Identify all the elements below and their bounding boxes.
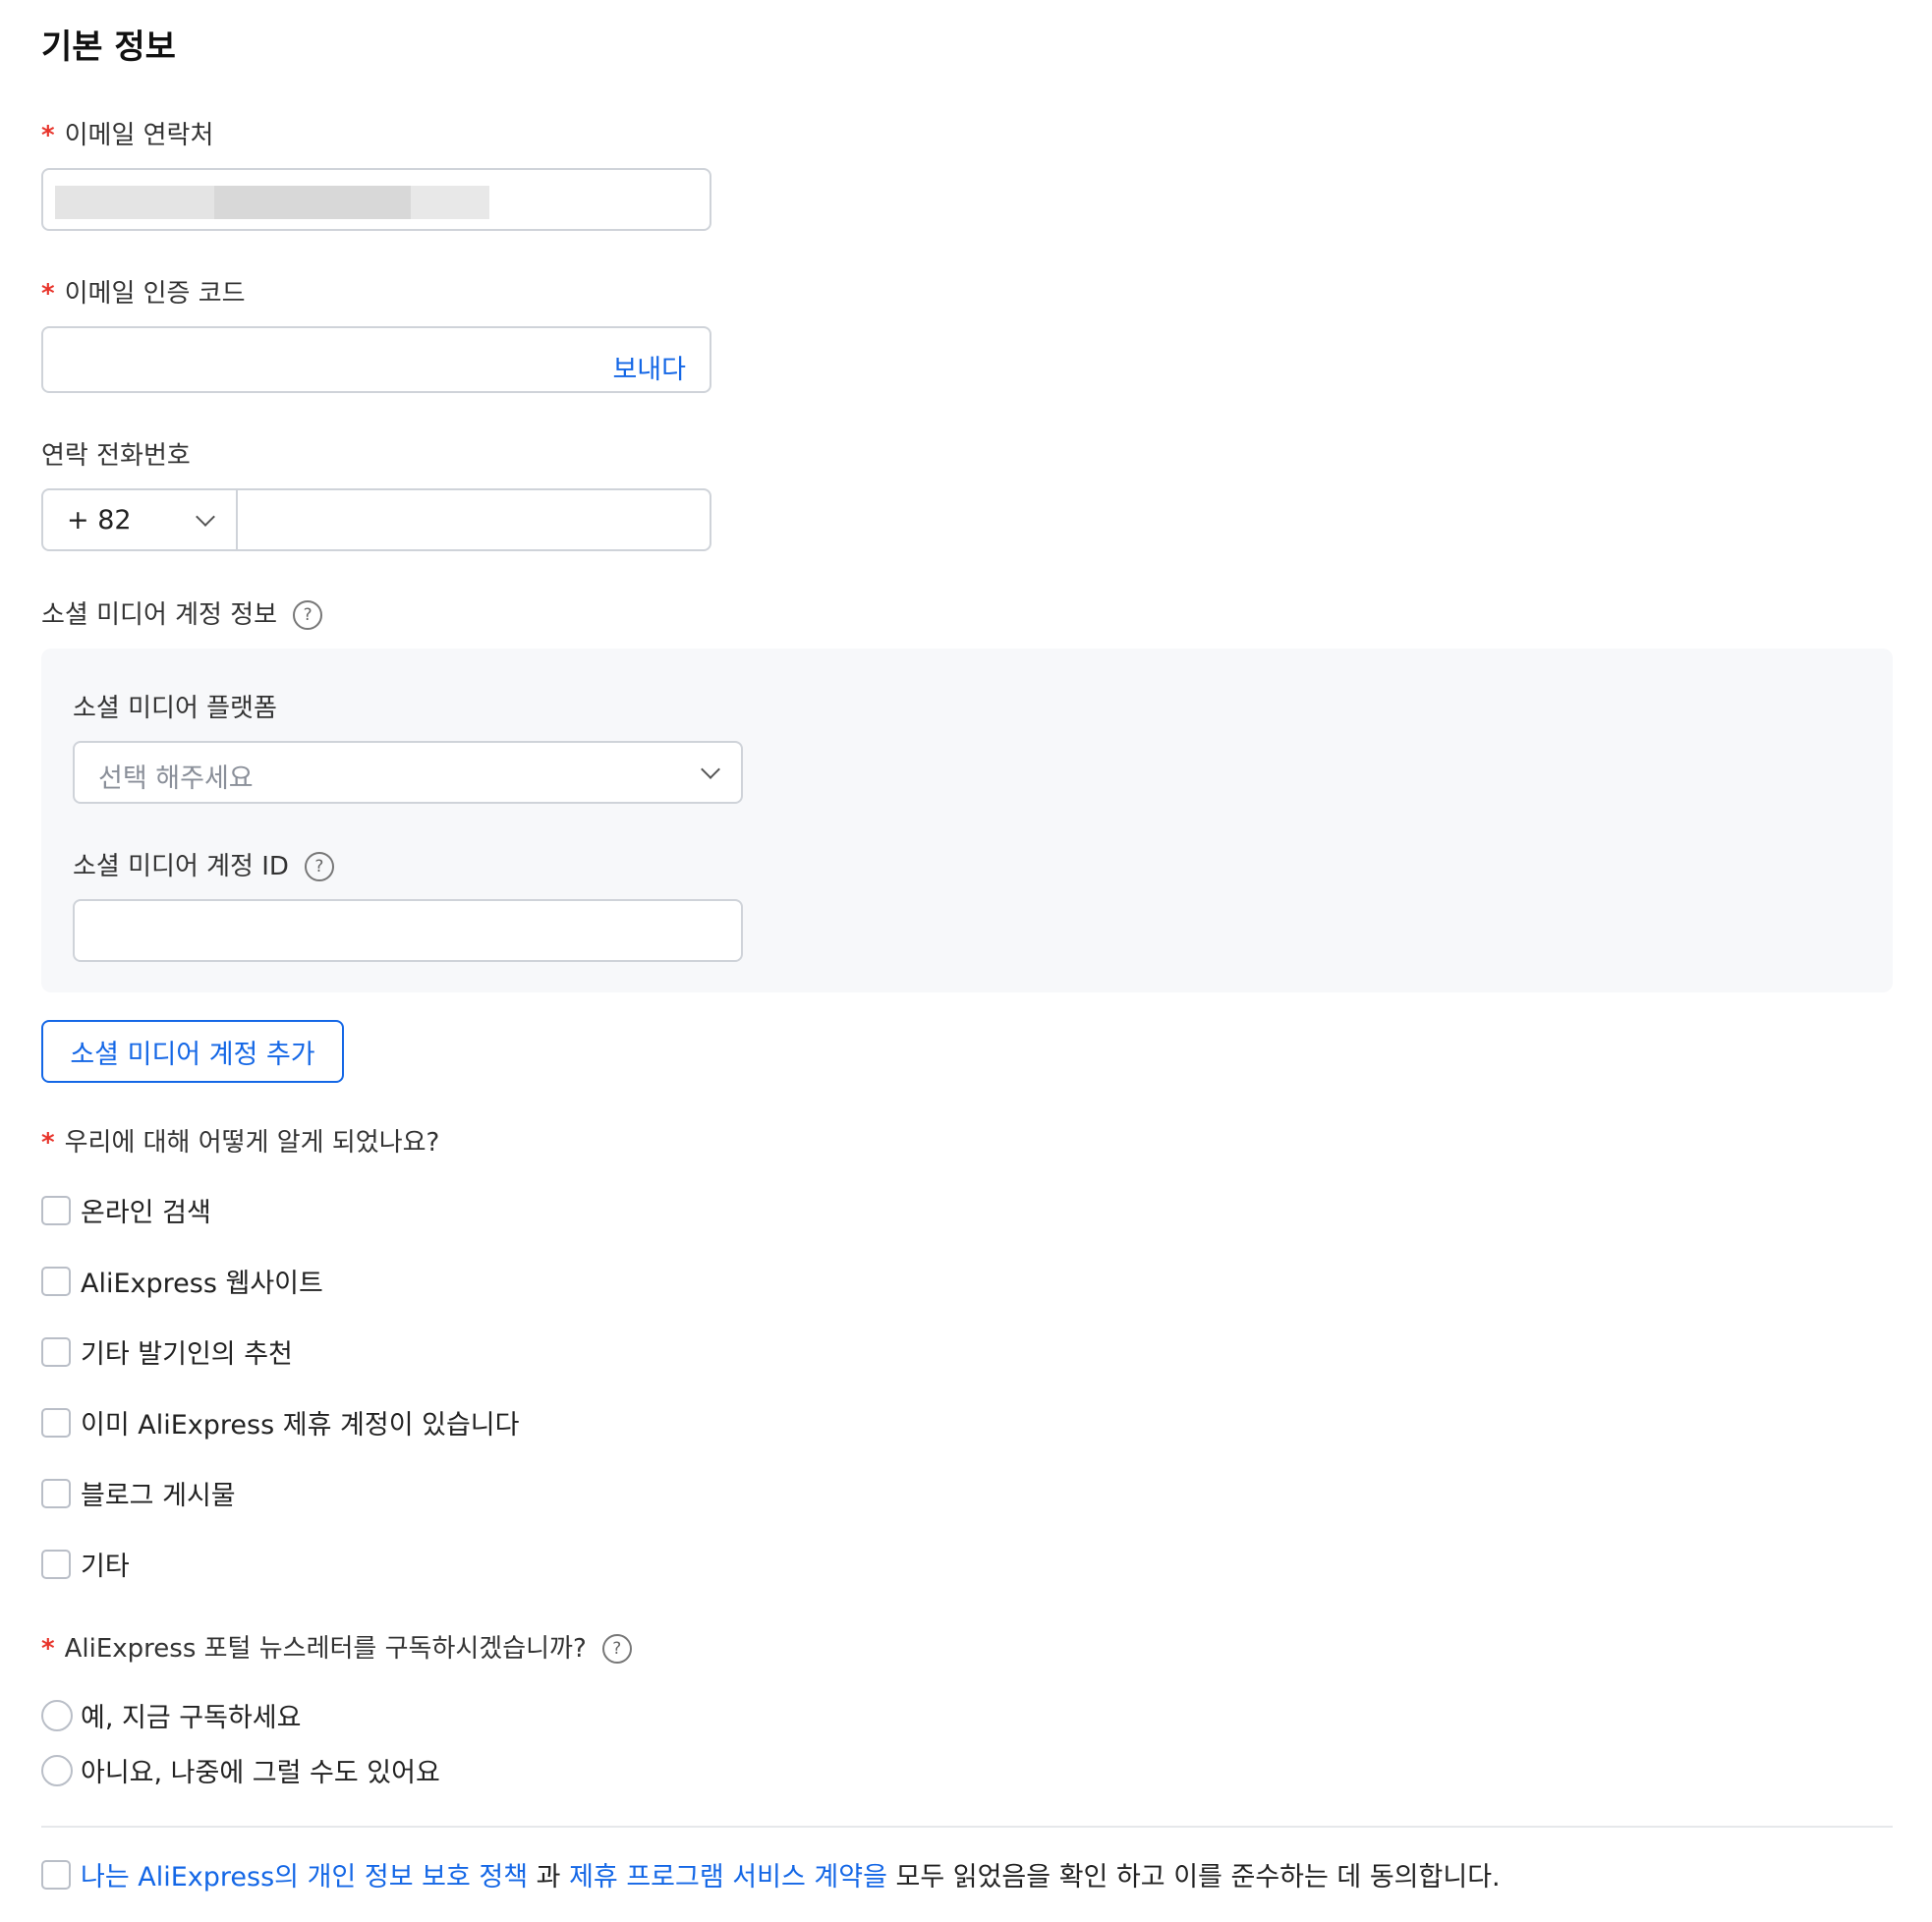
source-question-label: * 우리에 대해 어떻게 알게 되었나요?	[41, 1125, 439, 1160]
source-option-label: AliExpress 웹사이트	[81, 1269, 323, 1299]
required-mark: *	[41, 121, 55, 150]
email-label-text: 이메일 연락처	[64, 121, 214, 150]
agreement-text: 나는 AliExpress의 개인 정보 보호 정책 과 제휴 프로그램 서비스…	[81, 1855, 1501, 1894]
social-section-label: 소셜 미디어 계정 정보 ?	[41, 597, 323, 633]
email-label: * 이메일 연락처	[41, 118, 213, 153]
divider	[41, 1826, 1893, 1828]
email-code-field[interactable]: 보내다	[41, 326, 711, 393]
required-mark: *	[41, 1634, 55, 1664]
required-mark: *	[41, 279, 55, 309]
phone-number-input[interactable]	[238, 490, 710, 549]
email-field[interactable]	[41, 168, 711, 231]
source-option-label: 기타	[81, 1552, 130, 1582]
source-option[interactable]: 기타 발기인의 추천	[41, 1332, 293, 1371]
help-icon[interactable]: ?	[601, 1634, 632, 1664]
social-account-id-label-text: 소셜 미디어 계정 ID	[73, 852, 289, 881]
social-section-label-text: 소셜 미디어 계정 정보	[41, 600, 278, 630]
redacted-value	[411, 186, 489, 219]
source-option-label: 기타 발기인의 추천	[81, 1339, 293, 1370]
social-account-id-field[interactable]	[73, 899, 743, 962]
radio-button[interactable]	[41, 1754, 73, 1786]
newsletter-question-text: AliExpress 포털 뉴스레터를 구독하시겠습니까?	[64, 1634, 587, 1664]
chevron-down-icon	[701, 760, 720, 779]
agreement-checkbox[interactable]	[41, 1859, 71, 1890]
source-option[interactable]: 기타	[41, 1545, 130, 1583]
required-mark: *	[41, 1128, 55, 1158]
radio-button[interactable]	[41, 1699, 73, 1731]
phone-label: 연락 전화번호	[41, 438, 191, 474]
country-code-value: + 82	[67, 504, 132, 536]
newsletter-question-label: * AliExpress 포털 뉴스레터를 구독하시겠습니까? ?	[41, 1631, 632, 1667]
newsletter-option-label: 아니요, 나중에 그럴 수도 있어요	[81, 1758, 440, 1788]
source-option[interactable]: 온라인 검색	[41, 1191, 211, 1229]
section-title: 기본 정보	[41, 28, 176, 67]
phone-field-group: + 82	[41, 488, 711, 551]
checkbox[interactable]	[41, 1549, 71, 1579]
select-placeholder: 선택 해주세요	[98, 763, 254, 794]
country-code-select[interactable]: + 82	[43, 490, 238, 549]
help-icon[interactable]: ?	[293, 600, 323, 630]
newsletter-option-label: 예, 지금 구독하세요	[81, 1703, 302, 1733]
redacted-value	[55, 186, 214, 219]
redacted-value	[214, 186, 411, 219]
checkbox[interactable]	[41, 1478, 71, 1508]
checkbox[interactable]	[41, 1407, 71, 1438]
affiliate-agreement-link[interactable]: 제휴 프로그램 서비스 계약을	[569, 1862, 887, 1893]
social-account-id-label: 소셜 미디어 계정 ID ?	[73, 849, 334, 884]
email-code-label: * 이메일 인증 코드	[41, 276, 246, 311]
help-icon[interactable]: ?	[304, 852, 334, 881]
source-option-label: 온라인 검색	[81, 1198, 211, 1228]
source-option[interactable]: AliExpress 웹사이트	[41, 1262, 323, 1300]
social-platform-select[interactable]: 선택 해주세요	[73, 741, 743, 804]
source-option-label: 블로그 게시물	[81, 1481, 236, 1511]
source-option-label: 이미 AliExpress 제휴 계정이 있습니다	[81, 1410, 520, 1441]
source-option[interactable]: 블로그 게시물	[41, 1474, 236, 1512]
privacy-policy-link[interactable]: 나는 AliExpress의 개인 정보 보호 정책	[81, 1862, 528, 1893]
add-social-account-button[interactable]: 소셜 미디어 계정 추가	[41, 1020, 344, 1083]
chevron-down-icon	[196, 507, 215, 527]
agreement-conjunction: 과	[528, 1862, 570, 1893]
newsletter-option-no[interactable]: 아니요, 나중에 그럴 수도 있어요	[41, 1751, 440, 1789]
email-code-label-text: 이메일 인증 코드	[64, 279, 246, 309]
newsletter-option-yes[interactable]: 예, 지금 구독하세요	[41, 1696, 301, 1734]
send-code-button[interactable]: 보내다	[612, 348, 686, 386]
agreement-tail: 모두 읽었음을 확인 하고 이를 준수하는 데 동의합니다.	[886, 1862, 1501, 1893]
social-platform-label: 소셜 미디어 플랫폼	[73, 691, 277, 726]
agreement-row: 나는 AliExpress의 개인 정보 보호 정책 과 제휴 프로그램 서비스…	[41, 1855, 1501, 1894]
checkbox[interactable]	[41, 1195, 71, 1225]
checkbox[interactable]	[41, 1336, 71, 1367]
social-platform-label-text: 소셜 미디어 플랫폼	[73, 694, 277, 723]
phone-label-text: 연락 전화번호	[41, 441, 191, 471]
checkbox[interactable]	[41, 1266, 71, 1296]
source-question-text: 우리에 대해 어떻게 알게 되었나요?	[64, 1128, 440, 1158]
source-option[interactable]: 이미 AliExpress 제휴 계정이 있습니다	[41, 1403, 519, 1442]
